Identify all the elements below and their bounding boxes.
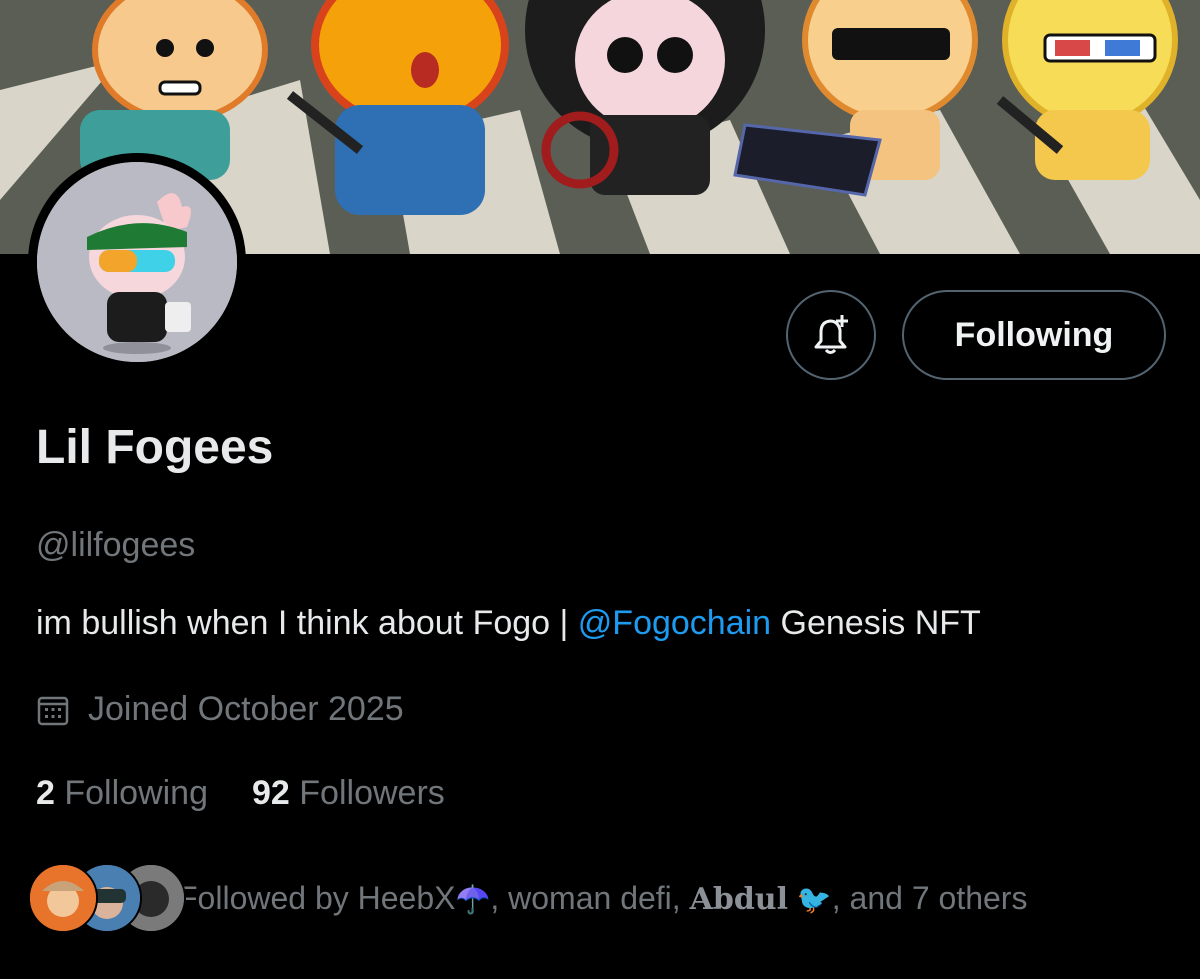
followed-by[interactable]: Followed by HeebX☂️, woman defi, Abdul 🐦… — [28, 862, 1027, 934]
character-avatar-icon — [37, 162, 237, 362]
bird-emoji: 🐦 — [796, 883, 832, 915]
profile-name: Lil Fogees — [36, 421, 274, 474]
following-button[interactable]: Following — [902, 290, 1166, 380]
bio-text-end: Genesis NFT — [771, 604, 981, 642]
bio-mention-link[interactable]: @Fogochain — [578, 604, 771, 642]
umbrella-emoji: ☂️ — [455, 883, 491, 915]
followed-by-middle: , woman defi, — [490, 879, 690, 916]
follower-avatars — [28, 862, 186, 934]
following-stat[interactable]: 2 Following — [36, 774, 208, 812]
follower-avatar — [28, 863, 98, 933]
joined-date: Joined October 2025 — [36, 690, 404, 729]
followers-label: Followers — [299, 774, 445, 812]
followers-count: 92 — [252, 774, 290, 812]
joined-text: Joined October 2025 — [88, 690, 404, 728]
calendar-icon — [37, 696, 69, 725]
following-label: Following — [64, 774, 208, 812]
followers-stat[interactable]: 92 Followers — [252, 774, 445, 812]
followed-by-abdul: Abdul — [689, 881, 788, 917]
profile-handle: @lilfogees — [36, 526, 196, 564]
following-count: 2 — [36, 774, 55, 812]
notifications-button[interactable] — [786, 290, 876, 380]
followed-by-text: Followed by HeebX☂️, woman defi, Abdul 🐦… — [178, 880, 1027, 917]
followed-by-prefix: Followed by HeebX — [178, 879, 456, 916]
followed-by-suffix: , and 7 others — [831, 879, 1028, 916]
profile-bio: im bullish when I think about Fogo | @Fo… — [36, 604, 981, 643]
bio-text: im bullish when I think about Fogo | — [36, 604, 578, 642]
bell-plus-icon — [814, 315, 848, 354]
follow-stats: 2 Following 92 Followers — [36, 774, 445, 813]
profile-avatar[interactable] — [28, 153, 246, 371]
